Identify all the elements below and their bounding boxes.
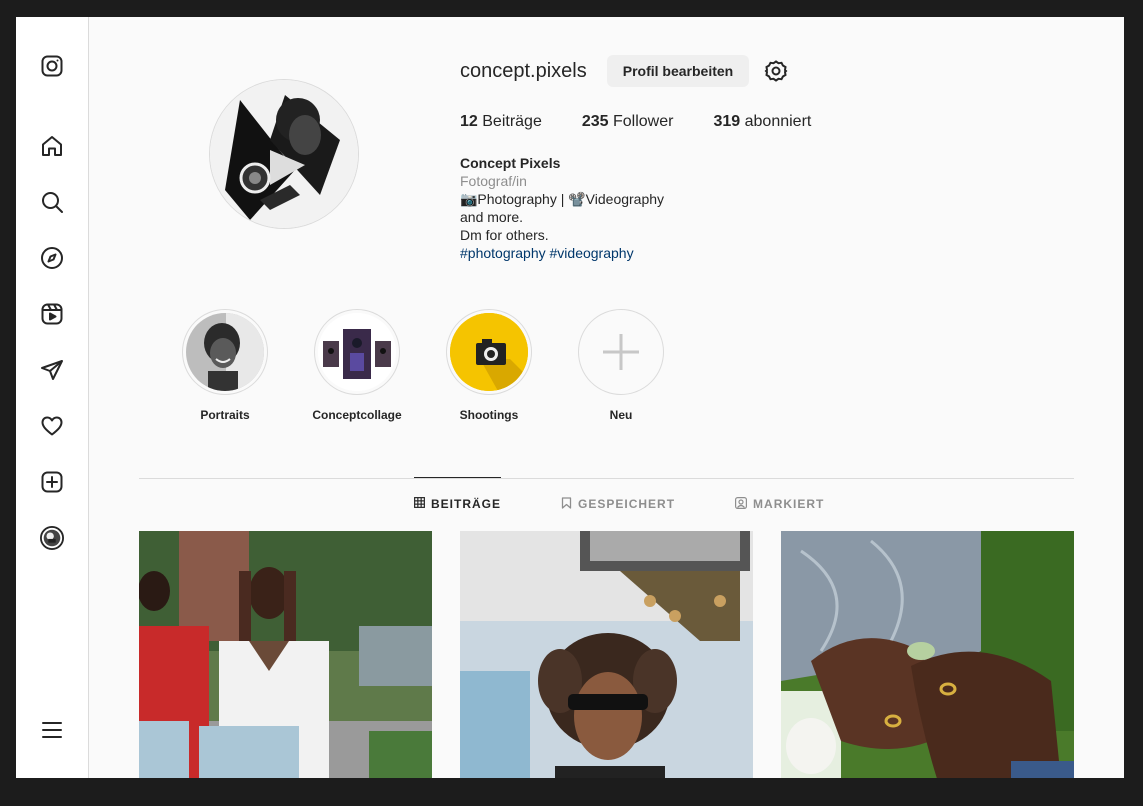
- highlight-ring: [578, 309, 664, 395]
- highlight-ring: [182, 309, 268, 395]
- highlight-new[interactable]: Neu: [578, 309, 664, 422]
- profile-avatar-icon[interactable]: [39, 525, 65, 551]
- profile-bio: Concept Pixels Fotograf/in 📷Photography …: [460, 154, 720, 262]
- bio-hashtags[interactable]: #photography #videography: [460, 244, 720, 262]
- followers-stat[interactable]: 235 Follower: [582, 113, 674, 131]
- highlight-label: Conceptcollage: [312, 408, 402, 422]
- tagged-person-icon: [735, 496, 748, 512]
- bio-line: 📷Photography | 📽️Videography: [460, 191, 665, 207]
- category-label: Fotograf/in: [460, 173, 527, 189]
- highlight-conceptcollage[interactable]: Conceptcollage: [312, 309, 402, 422]
- following-label: abonniert: [744, 113, 812, 130]
- tab-label: BEITRÄGE: [431, 497, 502, 511]
- posts-stat: 12 Beiträge: [460, 113, 542, 131]
- direct-messages-icon[interactable]: [39, 357, 65, 383]
- following-stat[interactable]: 319 abonniert: [713, 113, 811, 131]
- settings-gear-icon[interactable]: [763, 58, 789, 84]
- reels-icon[interactable]: [39, 301, 65, 327]
- sidebar-nav: [16, 17, 89, 778]
- profile-avatar[interactable]: [209, 79, 359, 229]
- highlight-thumbnail: [318, 313, 396, 391]
- instagram-logo-icon[interactable]: [39, 53, 65, 79]
- story-highlights: Portraits Conceptcollage Shootings Neu: [182, 309, 664, 422]
- bio-line: and more.: [460, 209, 524, 225]
- username: concept.pixels: [460, 59, 587, 82]
- highlight-thumbnail: [186, 313, 264, 391]
- explore-compass-icon[interactable]: [39, 245, 65, 271]
- highlight-thumbnail: [450, 313, 528, 391]
- add-highlight-plus-icon[interactable]: [582, 313, 660, 391]
- tab-posts[interactable]: BEITRÄGE: [414, 477, 502, 530]
- tab-tagged[interactable]: MARKIERT: [735, 477, 824, 530]
- highlight-ring: [314, 309, 400, 395]
- create-plus-icon[interactable]: [39, 469, 65, 495]
- grid-icon: [414, 497, 425, 511]
- bio-line: Dm for others.: [460, 227, 549, 243]
- post-thumbnail[interactable]: [781, 531, 1074, 778]
- profile-main: concept.pixels Profil bearbeiten 12 Beit…: [89, 17, 1124, 778]
- more-menu-icon[interactable]: [39, 717, 65, 743]
- tab-label: GESPEICHERT: [578, 497, 676, 511]
- highlight-label: Shootings: [459, 408, 519, 422]
- tab-saved[interactable]: GESPEICHERT: [561, 477, 675, 530]
- posts-count: 12: [460, 113, 478, 130]
- highlight-label: Portraits: [200, 408, 250, 422]
- notifications-heart-icon[interactable]: [39, 413, 65, 439]
- post-thumbnail[interactable]: [460, 531, 753, 778]
- posts-grid: [139, 531, 1074, 778]
- following-count: 319: [713, 113, 741, 130]
- edit-profile-button[interactable]: Profil bearbeiten: [606, 55, 750, 87]
- followers-count: 235: [581, 113, 609, 130]
- profile-tabs: BEITRÄGE GESPEICHERT MARKIERT: [414, 477, 824, 530]
- display-name: Concept Pixels: [460, 155, 561, 171]
- home-icon[interactable]: [39, 133, 65, 159]
- followers-label: Follower: [613, 113, 674, 130]
- bookmark-icon: [561, 496, 572, 512]
- profile-stats: 12 Beiträge 235 Follower 319 abonniert: [460, 113, 811, 131]
- post-thumbnail[interactable]: [139, 531, 432, 778]
- highlight-ring: [446, 309, 532, 395]
- browser-window: concept.pixels Profil bearbeiten 12 Beit…: [16, 17, 1124, 778]
- highlight-label: Neu: [609, 408, 633, 422]
- search-icon[interactable]: [39, 189, 65, 215]
- highlight-shootings[interactable]: Shootings: [446, 309, 532, 422]
- profile-header: concept.pixels Profil bearbeiten: [460, 55, 789, 87]
- posts-label: Beiträge: [482, 113, 542, 130]
- highlight-portraits[interactable]: Portraits: [182, 309, 268, 422]
- tab-label: MARKIERT: [753, 497, 825, 511]
